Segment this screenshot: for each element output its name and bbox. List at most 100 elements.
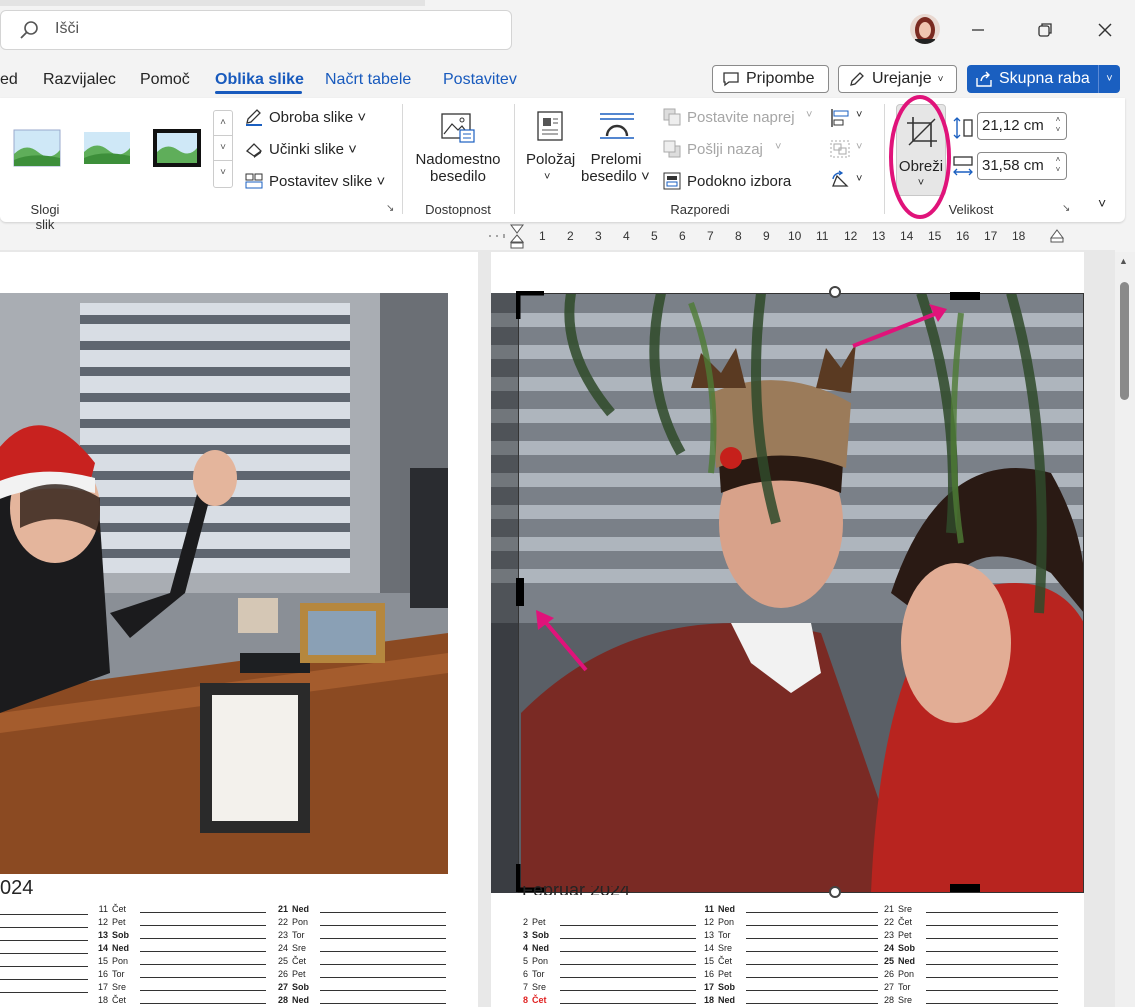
calendar-day-name: Pon xyxy=(292,917,309,927)
ruler-number: 3 xyxy=(595,229,602,243)
rotate-icon[interactable] xyxy=(829,170,851,190)
calendar-write-line xyxy=(320,938,446,939)
calendar-day-row: 26 Pon xyxy=(880,968,1058,981)
ruler-number: 14 xyxy=(900,229,914,243)
position-button[interactable]: Položaj xyxy=(526,151,575,168)
calendar-day-number: 2 xyxy=(522,917,528,927)
calendar-day-number: 5 xyxy=(522,956,528,966)
crop-handle-top-right[interactable] xyxy=(950,292,980,300)
crop-handle-bottom-right[interactable] xyxy=(950,884,980,892)
shape-width-input[interactable]: 31,58 cm ˄ ˅ xyxy=(977,152,1067,180)
close-icon[interactable] xyxy=(1093,18,1117,42)
chevron-down-icon: ˅ xyxy=(856,173,863,185)
send-backward-button[interactable]: Pošlji nazaj xyxy=(687,141,763,158)
tab-razvijalec[interactable]: Razvijalec xyxy=(43,71,116,89)
calendar-day-number: 12 xyxy=(97,917,108,927)
calendar-day-number: 21 xyxy=(277,904,288,914)
selection-pane-icon xyxy=(663,172,681,190)
shape-height-input[interactable]: 21,12 cm ˄ ˅ xyxy=(977,112,1067,140)
comments-label: Pripombe xyxy=(746,70,815,87)
calendar-day-number: 3 xyxy=(522,930,528,940)
picture-layout-button[interactable]: Postavitev slike ˅ xyxy=(269,173,385,190)
calendar-day-name: Ned xyxy=(292,904,310,914)
avatar[interactable] xyxy=(910,14,940,44)
calendar-write-line xyxy=(140,964,266,965)
calendar-day-number: 22 xyxy=(883,917,894,927)
picture-border-button[interactable]: Obroba slike ˅ xyxy=(269,109,366,126)
ruler-number: 13 xyxy=(872,229,886,243)
share-button[interactable]: Skupna raba ˅ xyxy=(967,65,1120,93)
calendar-day-number: 8 xyxy=(522,995,528,1005)
tab-oblika-slike[interactable]: Oblika slike xyxy=(215,71,304,89)
minimize-icon[interactable] xyxy=(966,18,990,42)
alt-text-button[interactable]: Nadomestno besedilo xyxy=(415,151,501,185)
resize-handle-bottom[interactable] xyxy=(829,886,841,898)
calendar-day-number: 23 xyxy=(277,930,288,940)
ruler-number: 9 xyxy=(763,229,770,243)
picture-styles-label: Slogi slik xyxy=(30,202,60,232)
crop-frame xyxy=(518,293,1084,893)
dialog-launcher-icon[interactable]: ↘ xyxy=(1062,203,1070,214)
office-photo-left[interactable] xyxy=(0,293,448,874)
calendar-day-number: 15 xyxy=(703,956,714,966)
arrange-label: Razporedi xyxy=(670,202,730,217)
crop-handle-left[interactable] xyxy=(516,578,524,606)
group-icon[interactable] xyxy=(829,139,851,159)
calendar-write-line xyxy=(560,990,696,991)
office-photo-illustration xyxy=(0,293,448,874)
calendar-write-line xyxy=(140,951,266,952)
right-indent-marker-icon[interactable] xyxy=(1050,228,1064,244)
crop-handle-top-left[interactable] xyxy=(516,291,546,321)
picture-style-3[interactable] xyxy=(152,128,202,168)
calendar-day-name: Pon xyxy=(898,969,915,979)
selection-pane-button[interactable]: Podokno izbora xyxy=(687,173,791,190)
tab-ed[interactable]: ed xyxy=(0,71,18,89)
calendar-write-line xyxy=(140,1003,266,1004)
indent-marker-icon[interactable] xyxy=(510,224,524,250)
chevron-down-icon: ˅ xyxy=(937,73,944,85)
calendar-day-row: 7 Sre xyxy=(514,981,696,994)
tab-nacrt-tabele[interactable]: Načrt tabele xyxy=(325,71,411,89)
accessibility-label: Dostopnost xyxy=(425,202,491,217)
calendar-day-number: 27 xyxy=(883,982,894,992)
calendar-day-number: 27 xyxy=(277,982,288,992)
calendar-day-name: Čet xyxy=(112,904,127,914)
calendar-day-number: 14 xyxy=(703,943,714,953)
wrap-text-button[interactable]: Prelomi besedilo ˅ xyxy=(581,151,661,185)
tab-pomoc[interactable]: Pomoč xyxy=(140,71,190,89)
picture-style-2[interactable] xyxy=(82,128,132,168)
scroll-up-icon[interactable]: ▲ xyxy=(1119,256,1128,266)
calendar-write-line xyxy=(926,1003,1058,1004)
calendar-day-name: Pet xyxy=(112,917,126,927)
calendar-day-row: 6 Tor xyxy=(514,968,696,981)
picture-effects-icon xyxy=(245,143,263,158)
editing-button[interactable]: Urejanje ˅ xyxy=(838,65,957,93)
comments-button[interactable]: Pripombe xyxy=(712,65,829,93)
title-strip xyxy=(0,0,425,6)
calendar-write-line xyxy=(746,912,878,913)
scrollbar-thumb[interactable] xyxy=(1120,282,1129,400)
calendar-day-number: 13 xyxy=(703,930,714,940)
calendar-day-name: Ned xyxy=(532,943,550,953)
resize-handle-top[interactable] xyxy=(829,286,841,298)
share-dropdown[interactable]: ˅ xyxy=(1098,65,1120,93)
picture-effects-button[interactable]: Učinki slike ˅ xyxy=(269,141,357,158)
calendar-day-row: 15 Čet xyxy=(700,955,878,968)
bring-forward-button[interactable]: Postavite naprej xyxy=(687,109,795,126)
vertical-scrollbar[interactable]: ▲ xyxy=(1115,252,1135,1007)
style-gallery-scroll[interactable]: ˄ ˅ ˅ xyxy=(213,110,233,188)
collapse-ribbon-icon[interactable]: ˅ xyxy=(1098,195,1106,211)
calendar-day-number: 26 xyxy=(883,969,894,979)
calendar-day-number: 16 xyxy=(703,969,714,979)
tab-postavitev[interactable]: Postavitev xyxy=(443,71,517,89)
picture-style-1[interactable] xyxy=(12,128,62,168)
search-input[interactable]: Išči xyxy=(55,20,79,38)
dialog-launcher-icon[interactable]: ↘ xyxy=(386,203,394,214)
chevron-down-icon: ˅ xyxy=(856,109,863,121)
restore-icon[interactable] xyxy=(1033,18,1057,42)
calendar-day-row: 14 Sre xyxy=(700,942,878,955)
align-icon[interactable] xyxy=(829,108,851,128)
calendar-day-row: 4 Ned xyxy=(514,942,696,955)
calendar-write-line xyxy=(560,925,696,926)
picture-border-icon xyxy=(246,109,262,126)
